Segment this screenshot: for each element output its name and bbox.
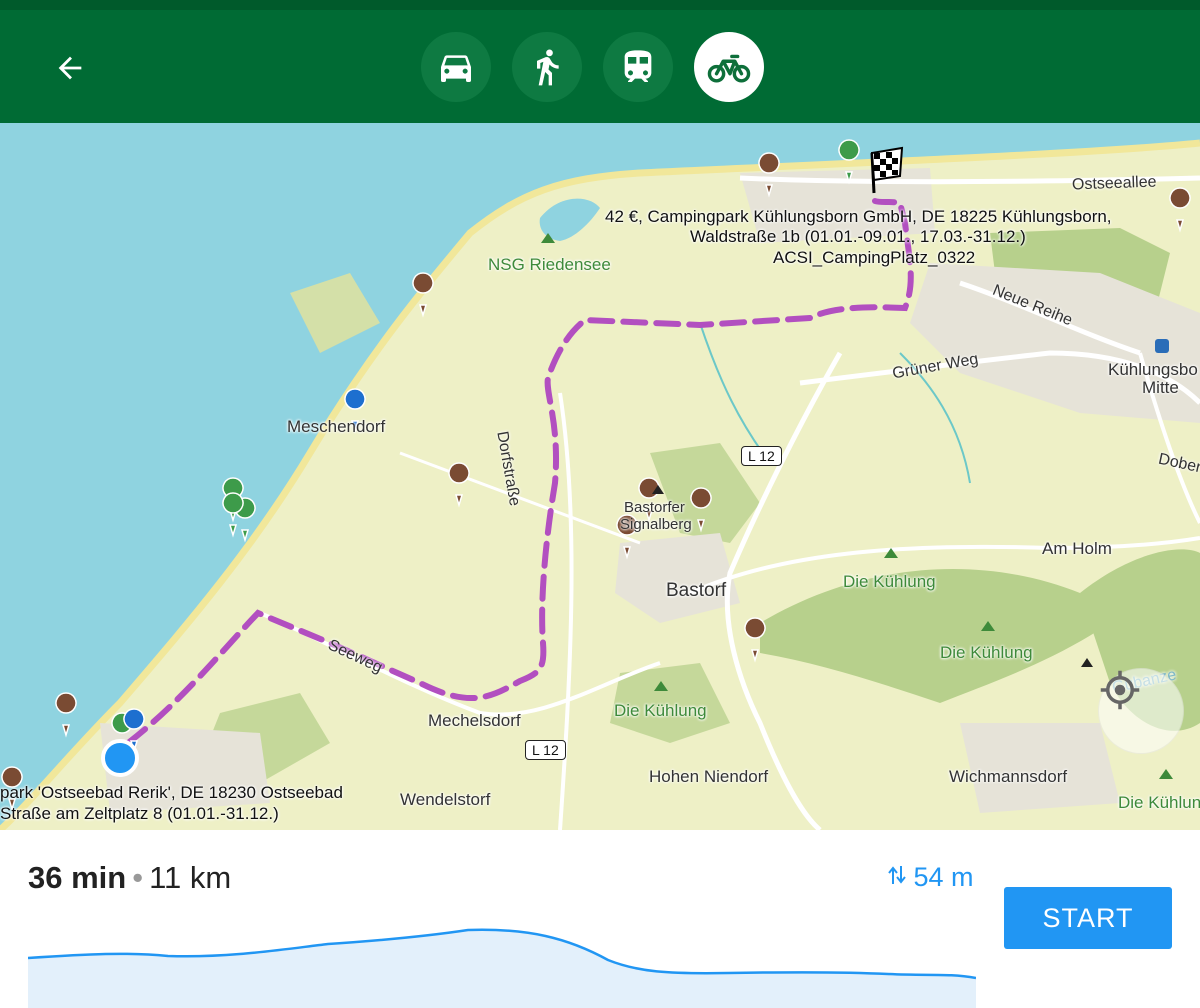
elevation-profile-chart bbox=[28, 928, 976, 1008]
place-die-kuehlung-3: Die Kühlung bbox=[614, 701, 707, 720]
destination-popup-line1[interactable]: 42 €, Campingpark Kühlungsborn GmbH, DE … bbox=[605, 207, 1112, 227]
mode-train-button[interactable] bbox=[603, 32, 673, 102]
mode-bike-button[interactable] bbox=[694, 32, 764, 102]
place-nsg-riedensee: NSG Riedensee bbox=[488, 255, 611, 274]
start-popup-line2[interactable]: Straße am Zeltplatz 8 (01.01.-31.12.) bbox=[0, 804, 279, 824]
top-bar bbox=[0, 0, 1200, 123]
elevation-arrows-icon bbox=[888, 866, 906, 884]
status-strip bbox=[0, 0, 1200, 10]
start-popup-line1[interactable]: park 'Ostseebad Rerik', DE 18230 Ostseeb… bbox=[0, 783, 343, 803]
place-die-kuehlung-4: Die Kühlun bbox=[1118, 793, 1200, 812]
destination-popup-line3[interactable]: ACSI_CampingPlatz_0322 bbox=[773, 248, 975, 268]
place-meschendorf: Meschendorf bbox=[287, 417, 386, 436]
route-duration: 36 min bbox=[28, 860, 127, 895]
road-ostseeallee: Ostseeallee bbox=[1071, 173, 1157, 194]
elevation-gain: 54 m bbox=[888, 862, 974, 893]
route-summary-panel: 36 min • 11 km 54 m START bbox=[0, 830, 1200, 1008]
place-kuehlungsborn-mitte: Mitte bbox=[1142, 378, 1179, 397]
locate-me-button[interactable] bbox=[1098, 668, 1184, 754]
place-wendelstorf: Wendelstorf bbox=[400, 790, 491, 809]
route-distance: 11 km bbox=[149, 860, 232, 895]
place-wichmannsdorf: Wichmannsdorf bbox=[949, 767, 1068, 786]
place-signalberg: Signalberg bbox=[620, 516, 692, 533]
place-hohen-niendorf: Hohen Niendorf bbox=[649, 767, 769, 786]
start-button[interactable]: START bbox=[1004, 887, 1172, 949]
elevation-value: 54 m bbox=[913, 862, 974, 892]
walk-icon bbox=[537, 49, 559, 86]
current-location-dot bbox=[101, 739, 139, 777]
road-shield-l12-north: L 12 bbox=[741, 446, 782, 466]
arrow-left-icon bbox=[58, 56, 82, 80]
place-mechelsdorf: Mechelsdorf bbox=[428, 711, 521, 730]
mode-car-button[interactable] bbox=[421, 32, 491, 102]
car-icon bbox=[441, 55, 471, 82]
bike-icon bbox=[707, 54, 751, 83]
back-button[interactable] bbox=[44, 42, 96, 94]
destination-popup-line2[interactable]: Waldstraße 1b (01.01.-09.01., 17.03.-31.… bbox=[690, 227, 1026, 247]
train-icon bbox=[624, 50, 652, 82]
separator-dot: • bbox=[132, 860, 144, 895]
mode-walk-button[interactable] bbox=[512, 32, 582, 102]
crosshair-icon bbox=[1100, 670, 1140, 710]
route-summary: 36 min • 11 km bbox=[28, 860, 231, 896]
place-kuehlungsborn: Kühlungsbo bbox=[1108, 360, 1198, 379]
place-die-kuehlung-1: Die Kühlung bbox=[843, 572, 936, 591]
road-shield-l12-south: L 12 bbox=[525, 740, 566, 760]
place-bastorf: Bastorf bbox=[666, 580, 727, 601]
map-view[interactable]: 42 €, Campingpark Kühlungsborn GmbH, DE … bbox=[0, 123, 1200, 830]
place-die-kuehlung-2: Die Kühlung bbox=[940, 643, 1033, 662]
place-am-holm: Am Holm bbox=[1042, 539, 1112, 558]
